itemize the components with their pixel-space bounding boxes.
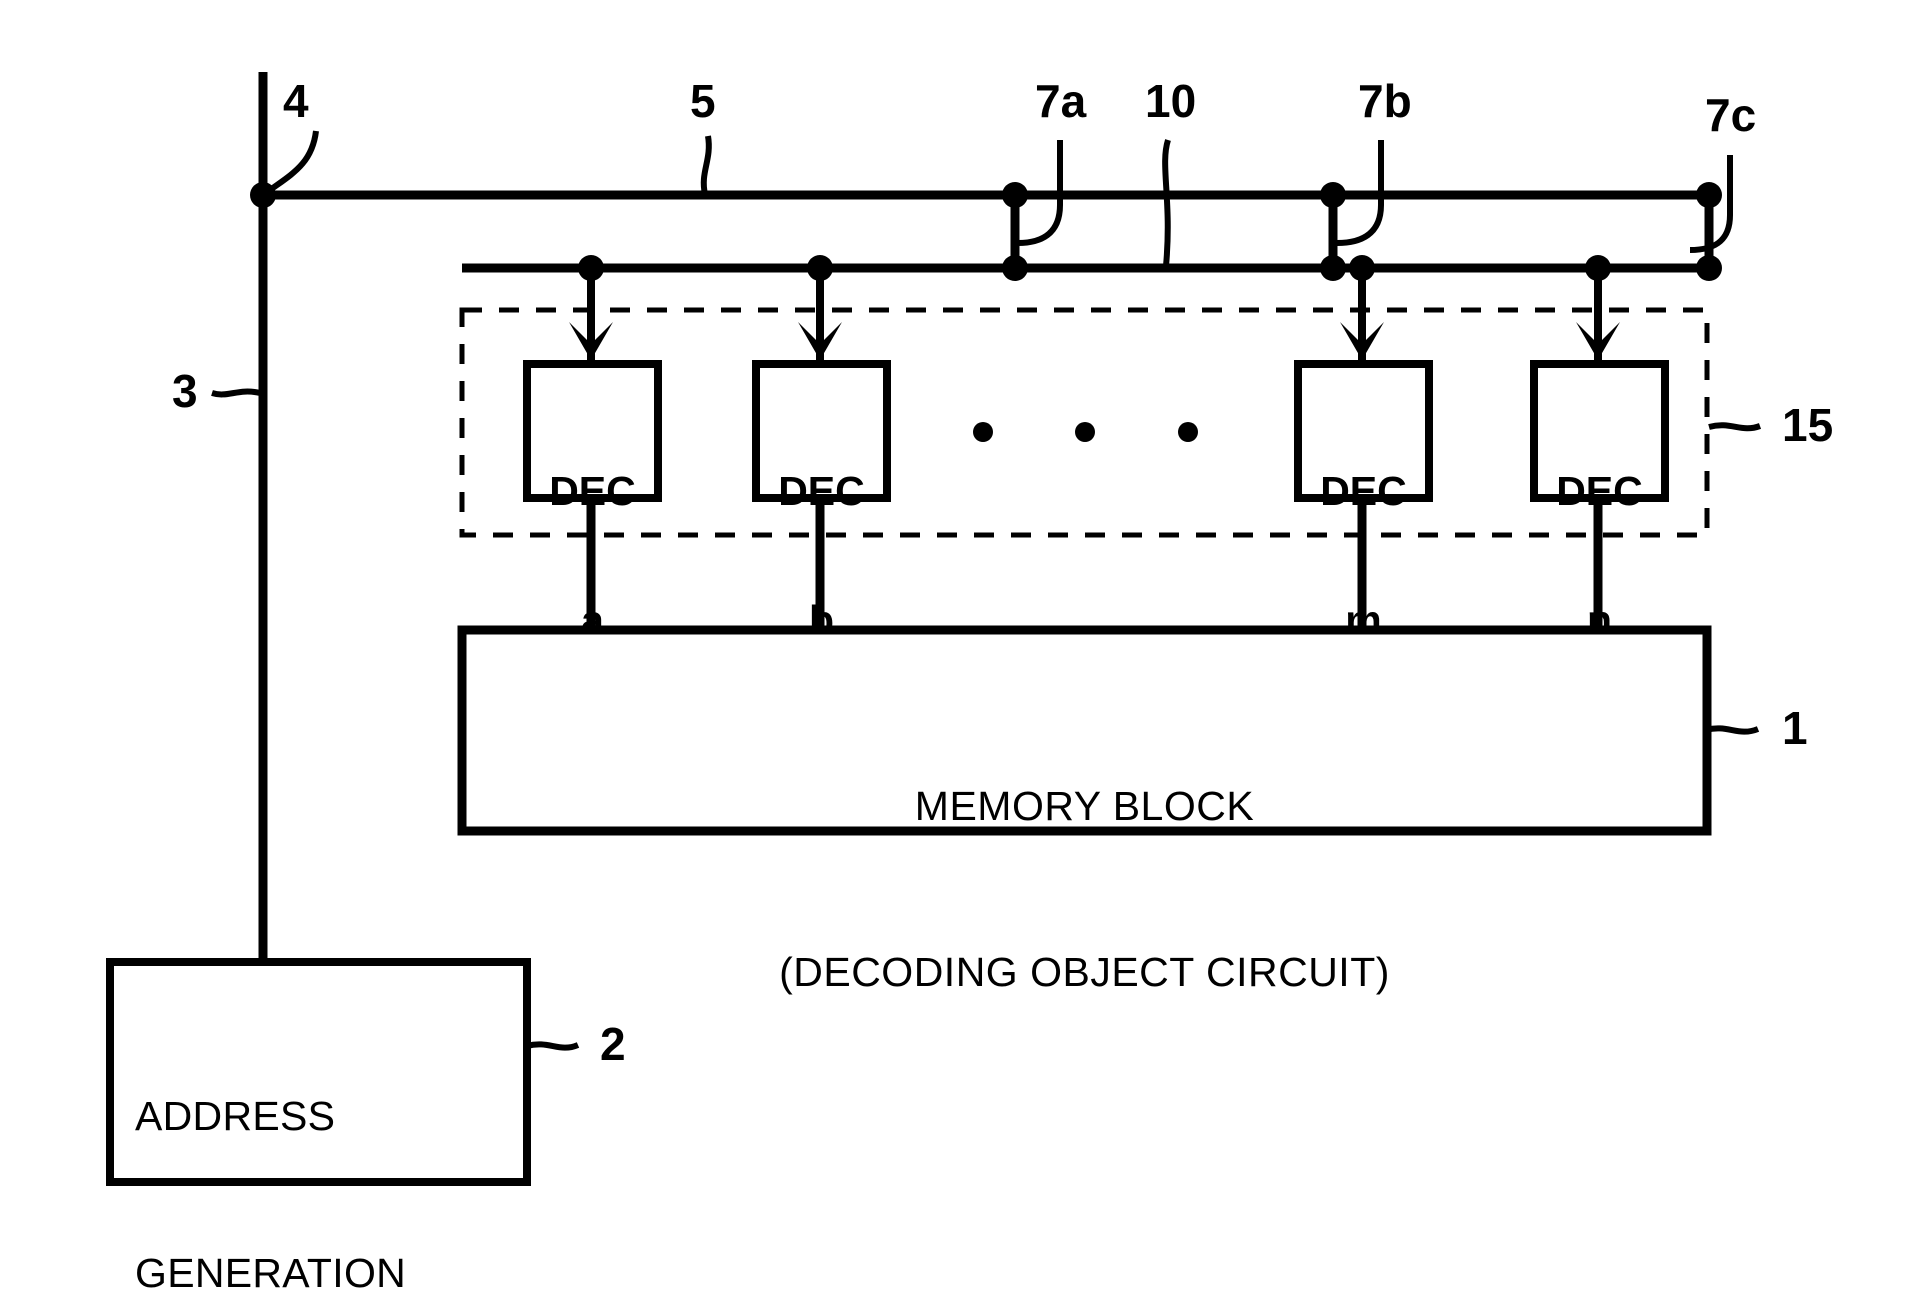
ref-numeral-5: 5 xyxy=(690,75,716,127)
leader-line-1 xyxy=(1705,725,1760,735)
ref-numeral-15: 15 xyxy=(1782,399,1834,451)
memory-block-line-1: MEMORY BLOCK xyxy=(914,782,1255,829)
decoder-a-title: DEC xyxy=(549,468,636,515)
agc-line-1: ADDRESS xyxy=(135,1092,336,1139)
decoder-n-title: DEC xyxy=(1556,468,1643,515)
decoder-n-suffix: n xyxy=(1586,597,1613,644)
address-generation-circuit-label: ADDRESS GENERATION CIRCUIT xyxy=(135,985,535,1290)
ellipsis-dot-1 xyxy=(973,422,993,442)
ref-numeral-7a: 7a xyxy=(1035,75,1087,127)
ellipsis-dot-3 xyxy=(1178,422,1198,442)
decoder-m-title: DEC xyxy=(1320,468,1407,515)
decoder-a-suffix: a xyxy=(581,597,604,644)
junction-dot-7c-lower xyxy=(1696,255,1722,281)
junction-dot-7a-upper xyxy=(1002,182,1028,208)
ref-numeral-7b: 7b xyxy=(1358,75,1412,127)
ref-numeral-7c: 7c xyxy=(1705,89,1757,141)
leader-line-4 xyxy=(264,130,319,196)
junction-dot-7c-upper xyxy=(1696,182,1722,208)
decoder-b-suffix: b xyxy=(808,597,835,644)
patent-figure: 4 5 7a 10 7b 7c 3 15 1 2 DEC a DEC b DEC… xyxy=(0,0,1906,1290)
ref-numeral-4: 4 xyxy=(283,75,309,127)
agc-line-2: GENERATION xyxy=(135,1250,407,1290)
decoder-b-title: DEC xyxy=(778,468,865,515)
ref-numeral-3: 3 xyxy=(172,365,198,417)
decoder-m-suffix: m xyxy=(1345,597,1382,644)
memory-block-label: MEMORY BLOCK (DECODING OBJECT CIRCUIT) xyxy=(462,668,1707,1111)
ref-numeral-1: 1 xyxy=(1782,702,1808,754)
leader-line-10 xyxy=(1162,139,1171,267)
leader-line-3 xyxy=(211,388,261,398)
ref-numeral-10: 10 xyxy=(1145,75,1197,127)
junction-dot-7b-upper xyxy=(1320,182,1346,208)
junction-dot-7a-lower xyxy=(1002,255,1028,281)
leader-line-15 xyxy=(1708,422,1762,432)
memory-block-line-2: (DECODING OBJECT CIRCUIT) xyxy=(779,948,1390,995)
leader-line-5 xyxy=(700,135,712,195)
ellipsis-dot-2 xyxy=(1075,422,1095,442)
junction-dot-7b-lower xyxy=(1320,255,1346,281)
